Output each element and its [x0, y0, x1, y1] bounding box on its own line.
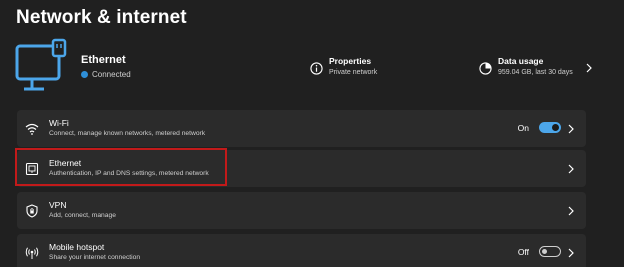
- vpn-shield-icon: [26, 204, 38, 218]
- wifi-title: Wi-Fi: [49, 118, 69, 128]
- mobile-hotspot-title: Mobile hotspot: [49, 242, 105, 252]
- hero-section: Ethernet Connected Properties Private ne…: [14, 38, 594, 98]
- properties-link[interactable]: Properties Private network: [310, 56, 377, 76]
- properties-title: Properties: [329, 56, 372, 66]
- vpn-row[interactable]: VPN Add, connect, manage: [17, 192, 586, 229]
- page-title: Network & internet: [16, 7, 187, 28]
- vpn-subtitle: Add, connect, manage: [49, 212, 116, 219]
- chevron-right-icon: [586, 63, 592, 73]
- settings-page: Network & internet Ethernet Connected Pr…: [0, 0, 624, 267]
- toggle-knob: [552, 124, 559, 131]
- data-usage-link[interactable]: Data usage 959.04 GB, last 30 days: [479, 56, 593, 76]
- wifi-subtitle: Connect, manage known networks, metered …: [49, 130, 206, 137]
- info-icon: [310, 62, 323, 75]
- data-usage-title: Data usage: [498, 56, 544, 66]
- connected-globe-icon: [81, 71, 88, 78]
- ethernet-row[interactable]: Ethernet Authentication, IP and DNS sett…: [17, 150, 586, 187]
- wifi-row[interactable]: Wi-Fi Connect, manage known networks, me…: [17, 110, 586, 147]
- ethernet-icon: [25, 162, 39, 176]
- mobile-hotspot-row[interactable]: Mobile hotspot Share your internet conne…: [17, 234, 586, 267]
- ethernet-computer-icon: [15, 38, 67, 91]
- chevron-right-icon: [568, 124, 574, 134]
- mobile-hotspot-toggle[interactable]: [539, 246, 561, 257]
- chevron-right-icon: [568, 248, 574, 258]
- properties-subtitle: Private network: [329, 69, 378, 76]
- ethernet-title: Ethernet: [49, 158, 82, 168]
- mobile-hotspot-icon: [25, 247, 39, 259]
- toggle-knob: [542, 249, 547, 254]
- wifi-toggle-label: On: [517, 123, 529, 133]
- pie-chart-icon: [479, 62, 492, 75]
- connection-status: Connected: [81, 70, 131, 79]
- vpn-title: VPN: [49, 200, 67, 210]
- chevron-right-icon: [568, 164, 574, 174]
- chevron-right-icon: [568, 206, 574, 216]
- connection-status-label: Connected: [92, 70, 131, 79]
- wifi-toggle[interactable]: [539, 122, 561, 133]
- connection-name: Ethernet: [81, 54, 126, 66]
- data-usage-subtitle: 959.04 GB, last 30 days: [498, 69, 573, 76]
- mobile-hotspot-toggle-label: Off: [517, 247, 529, 257]
- ethernet-subtitle: Authentication, IP and DNS settings, met…: [49, 170, 209, 177]
- wifi-icon: [25, 123, 39, 135]
- mobile-hotspot-subtitle: Share your internet connection: [49, 254, 141, 261]
